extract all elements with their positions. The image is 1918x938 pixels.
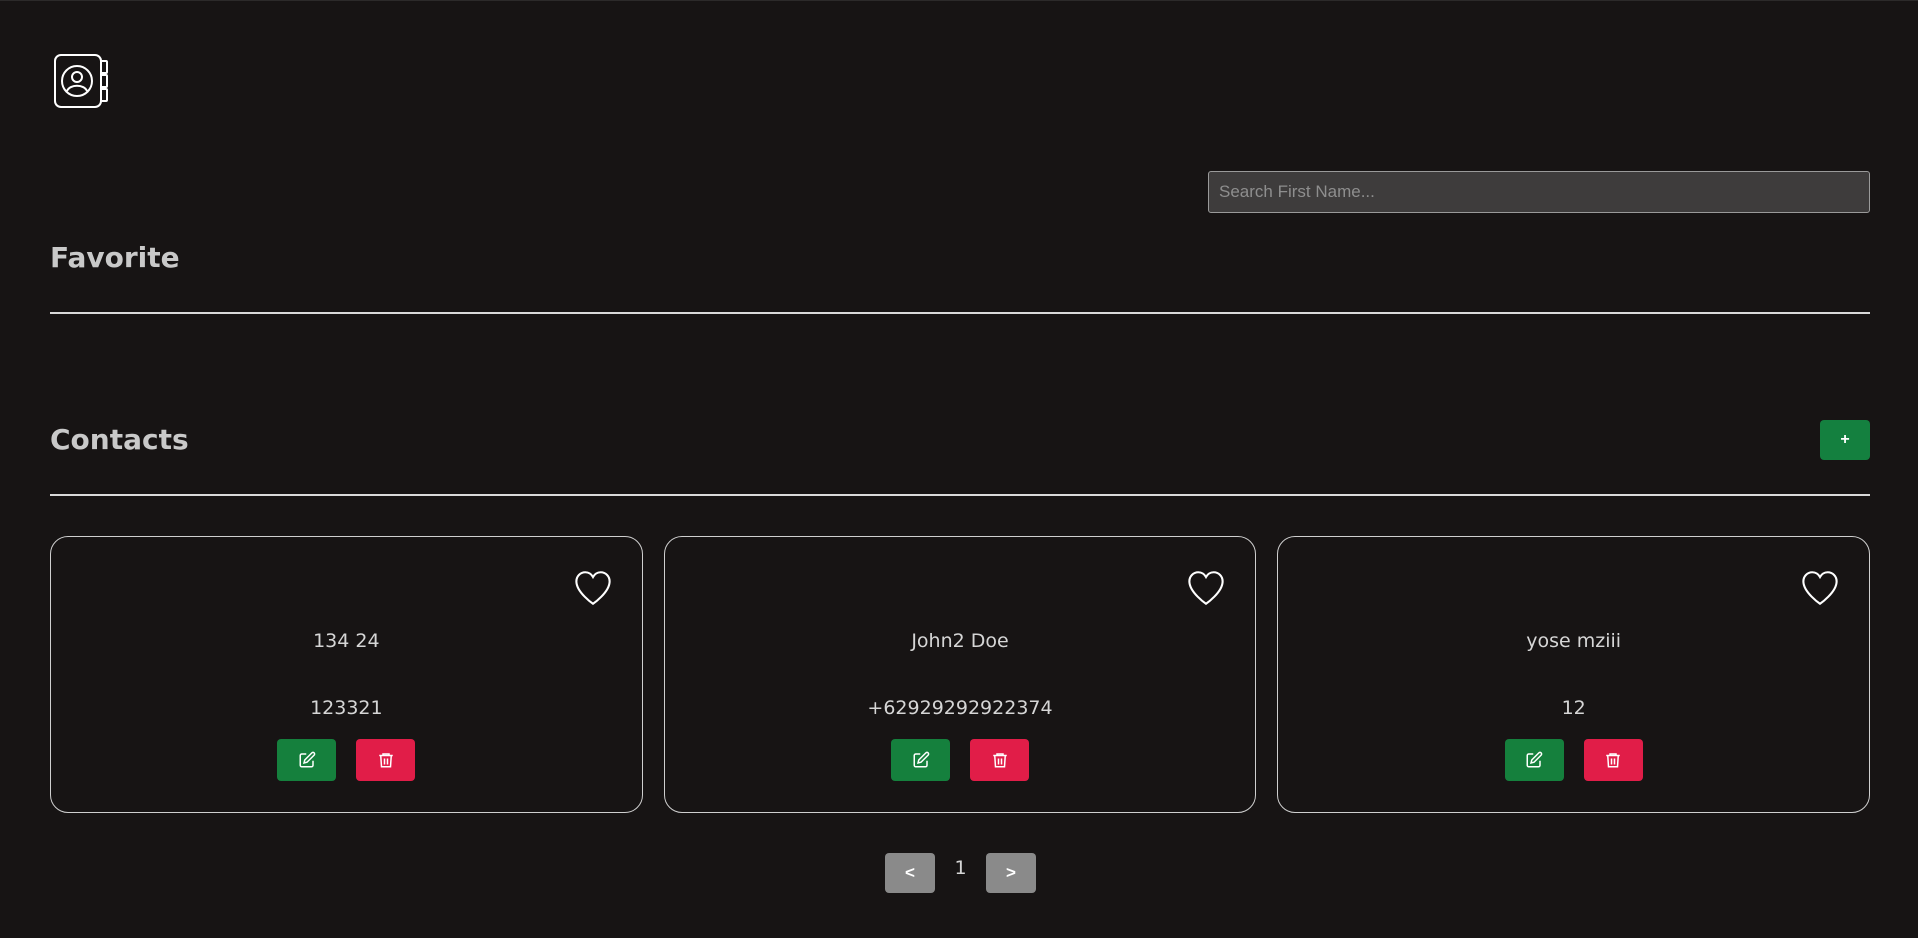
- contact-name: John2 Doe: [911, 630, 1009, 652]
- contact-card-list: 134 24 123321 John2 Doe +62929292922374: [50, 536, 1871, 813]
- delete-button[interactable]: [970, 739, 1029, 781]
- contact-phone: 12: [1561, 697, 1586, 719]
- favorite-heart-icon[interactable]: [1799, 567, 1841, 609]
- favorite-divider: [50, 312, 1870, 314]
- add-contact-button[interactable]: +: [1820, 420, 1870, 460]
- prev-page-button[interactable]: <: [885, 853, 935, 893]
- delete-button[interactable]: [1583, 739, 1643, 781]
- search-input[interactable]: [1208, 171, 1870, 213]
- edit-icon: [299, 751, 316, 768]
- contact-phone: 123321: [310, 697, 383, 719]
- contact-card: John2 Doe +62929292922374: [663, 536, 1257, 813]
- contacts-title: Contacts: [50, 423, 189, 456]
- edit-button[interactable]: [891, 739, 950, 781]
- delete-button[interactable]: [356, 739, 416, 781]
- trash-icon: [379, 753, 393, 768]
- contact-name: yose mziii: [1526, 630, 1622, 652]
- contact-card: yose mziii 12: [1277, 536, 1871, 813]
- pagination: < 1 >: [885, 853, 1036, 893]
- contact-name: 134 24: [313, 630, 380, 652]
- contact-book-icon: [54, 54, 108, 108]
- trash-icon: [992, 753, 1007, 768]
- edit-icon: [1526, 751, 1543, 768]
- favorite-title: Favorite: [50, 241, 180, 274]
- favorite-heart-icon[interactable]: [1185, 567, 1227, 609]
- edit-icon: [913, 751, 929, 768]
- edit-button[interactable]: [277, 739, 337, 781]
- edit-button[interactable]: [1504, 739, 1564, 781]
- contacts-divider: [50, 494, 1870, 496]
- next-page-button[interactable]: >: [986, 853, 1036, 893]
- favorite-heart-icon[interactable]: [572, 567, 614, 609]
- trash-icon: [1606, 753, 1620, 768]
- current-page-number: 1: [954, 857, 967, 879]
- contact-phone: +62929292922374: [867, 697, 1053, 719]
- contact-card: 134 24 123321: [50, 536, 643, 813]
